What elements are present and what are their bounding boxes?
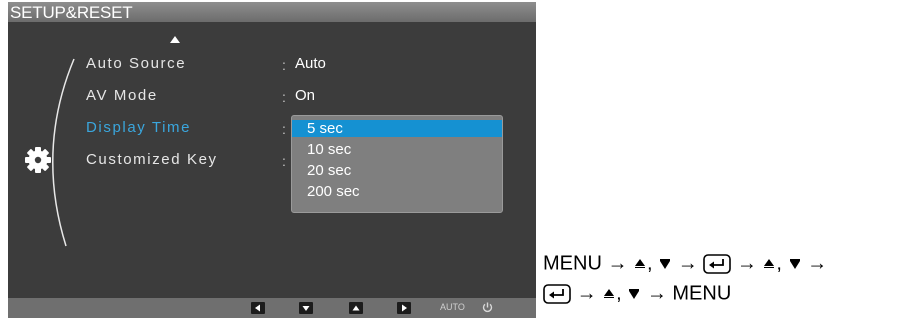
left-button[interactable]: [251, 302, 265, 314]
up-icon: [352, 305, 360, 311]
separator: :: [282, 121, 286, 137]
menu-key-label: MENU: [672, 282, 732, 305]
comma-glyph: ,: [776, 252, 782, 275]
osd-panel: SETUP&RESET Auto Source : Auto AV Mode :…: [8, 2, 536, 318]
menu-item-auto-source[interactable]: Auto Source: [86, 55, 186, 72]
gear-icon: [25, 147, 51, 173]
down-arrow-icon: [629, 289, 640, 300]
up-arrow-icon: [635, 259, 646, 269]
navigation-instructions: MENU → , → → , → → , → MENU: [543, 250, 905, 310]
separator: :: [282, 153, 286, 169]
up-arrow-icon: [764, 259, 775, 269]
comma-glyph: ,: [647, 252, 653, 275]
option-5-sec[interactable]: 5 sec: [292, 120, 502, 137]
left-icon: [255, 304, 260, 312]
menu-key-label: MENU: [543, 252, 602, 275]
right-icon: [402, 304, 407, 312]
option-10-sec[interactable]: 10 sec: [292, 141, 502, 158]
option-20-sec[interactable]: 20 sec: [292, 162, 502, 179]
power-icon[interactable]: [481, 301, 494, 314]
up-arrow-icon: [604, 289, 615, 299]
osd-footer: AUTO: [8, 298, 536, 318]
arrow-glyph: →: [607, 252, 628, 275]
up-button[interactable]: [349, 302, 363, 314]
display-time-dropdown[interactable]: 5 sec 10 sec 20 sec 200 sec: [291, 115, 503, 213]
down-icon: [302, 306, 310, 311]
enter-key-icon: [543, 283, 571, 304]
arrow-glyph: →: [646, 282, 667, 305]
option-200-sec[interactable]: 200 sec: [292, 183, 502, 200]
av-mode-value: On: [295, 87, 316, 104]
separator: :: [282, 57, 286, 73]
instruction-line-1: MENU → , → → , →: [543, 250, 905, 280]
separator: :: [282, 89, 286, 105]
instruction-line-2: → , → MENU: [543, 280, 905, 310]
menu-item-customized-key[interactable]: Customized Key: [86, 151, 218, 168]
arrow-glyph: →: [576, 282, 597, 305]
arrow-glyph: →: [807, 252, 828, 275]
down-arrow-icon: [660, 259, 671, 270]
scroll-up-icon[interactable]: [170, 36, 180, 43]
comma-glyph: ,: [616, 282, 622, 305]
right-button[interactable]: [397, 302, 411, 314]
auto-button[interactable]: AUTO: [440, 302, 465, 312]
down-button[interactable]: [299, 302, 313, 314]
menu-item-av-mode[interactable]: AV Mode: [86, 87, 158, 104]
auto-source-value: Auto: [295, 55, 326, 72]
enter-key-icon: [703, 253, 732, 274]
down-arrow-icon: [789, 259, 800, 270]
arrow-glyph: →: [736, 252, 757, 275]
menu-item-display-time[interactable]: Display Time: [86, 119, 191, 136]
arrow-glyph: →: [677, 252, 698, 275]
